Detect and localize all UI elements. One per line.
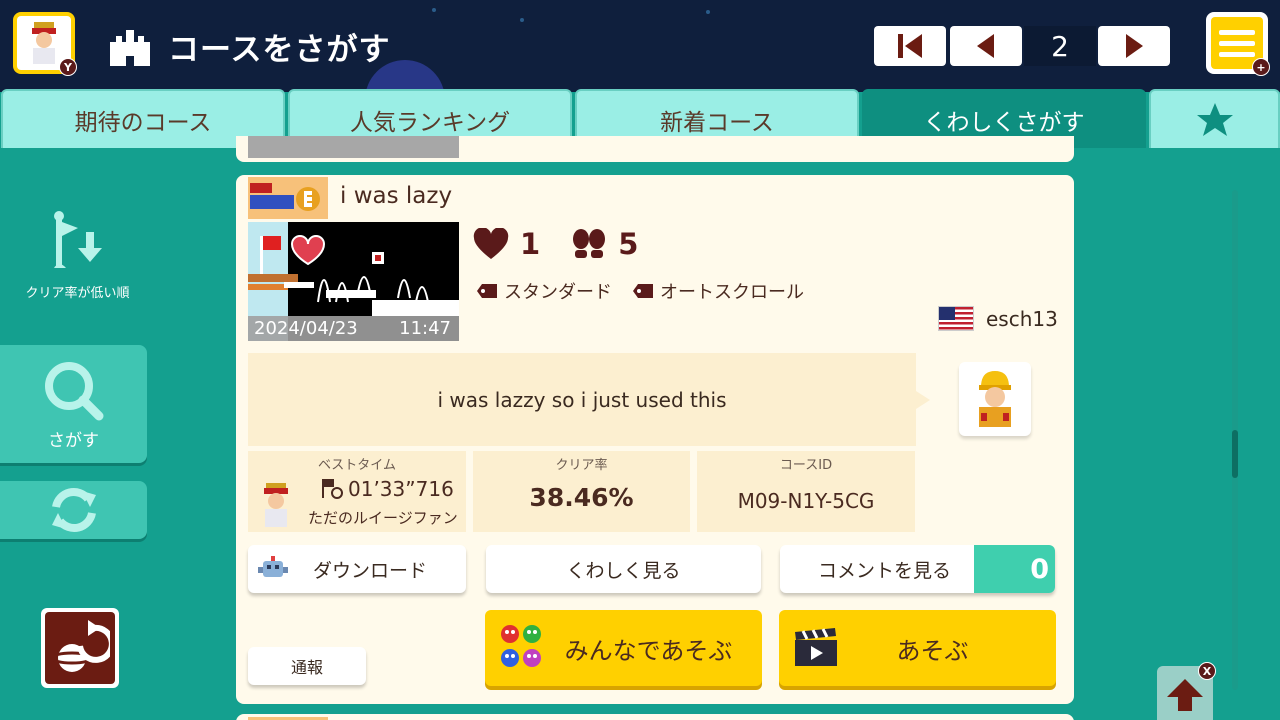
tag-item: スタンダード (476, 278, 612, 304)
prev-arrow-icon (977, 34, 994, 58)
sort-order-button[interactable]: クリア率が低い順 (0, 210, 155, 301)
plus-button-badge: + (1252, 58, 1270, 76)
best-time-box: ベストタイム 01’33”716 ただのルイージファン (248, 451, 466, 532)
upload-time: 11:47 (399, 318, 451, 339)
play-button[interactable]: あそぶ (779, 610, 1056, 686)
best-time-value: 01’33”716 (348, 477, 454, 501)
castle-icon (110, 30, 150, 66)
tag-label: スタンダード (504, 282, 612, 303)
next-course-card[interactable] (236, 714, 1074, 720)
comments-button[interactable]: コメントを見る 0 (780, 545, 1055, 593)
upload-date: 2024/04/23 (254, 318, 358, 339)
course-stats: 1 5 (472, 227, 638, 261)
best-time-caption: ベストタイム (317, 458, 396, 473)
details-label: くわしく見る (566, 559, 681, 582)
course-name: i was lazy (340, 183, 453, 209)
clear-rate-box: クリア率 38.46% (473, 451, 690, 532)
search-label: さがす (48, 430, 99, 451)
tag-label: オートスクロール (660, 282, 804, 303)
magnifier-icon (44, 361, 103, 420)
tab-favorites[interactable] (1149, 89, 1280, 148)
download-label: ダウンロード (312, 559, 427, 582)
clear-rate-value: 38.46% (529, 483, 634, 512)
sort-order-label: クリア率が低い順 (25, 286, 130, 301)
robot-icon (258, 556, 288, 577)
scrollbar[interactable] (1232, 190, 1238, 690)
play-label: あそぶ (896, 636, 969, 665)
star-icon (1196, 102, 1233, 136)
report-button[interactable]: 通報 (248, 647, 366, 685)
record-holder-mii-icon (264, 483, 288, 527)
tag-icon (477, 284, 497, 298)
first-page-icon (898, 34, 922, 58)
x-button-badge: X (1198, 662, 1216, 680)
player-mii-icon (32, 22, 56, 64)
search-button[interactable]: さがす (0, 345, 147, 463)
course-id-value: M09-N1Y-5CG (737, 489, 875, 513)
page-title: コースをさがす (168, 32, 391, 68)
us-flag-icon (938, 306, 974, 331)
report-label: 通報 (290, 658, 323, 677)
refresh-button[interactable] (0, 481, 147, 539)
smb3-logo-icon (250, 183, 320, 211)
page-number: 2 (1024, 26, 1096, 66)
up-arrow-icon (1167, 679, 1203, 711)
heart-icon (473, 228, 509, 259)
goal-flag-timer-icon (322, 479, 343, 499)
game-style-logo (248, 177, 328, 219)
back-button[interactable] (41, 608, 119, 688)
footprints-icon (573, 229, 606, 258)
upload-timestamp: 2024/04/23 11:47 (248, 316, 459, 341)
y-button-badge: Y (59, 58, 77, 76)
course-description: i was lazzy so i just used this (248, 353, 930, 446)
maker-info[interactable]: esch13 (938, 306, 1058, 331)
refresh-icon (51, 488, 96, 532)
details-button[interactable]: くわしく見る (486, 545, 761, 593)
best-time-holder: ただのルイージファン (308, 509, 458, 527)
header-bar: Y コースをさがす 2 + (0, 0, 1280, 92)
download-button[interactable]: ダウンロード (248, 545, 466, 593)
next-arrow-icon (1126, 34, 1143, 58)
tag-item: オートスクロール (632, 278, 804, 304)
previous-course-card[interactable] (236, 136, 1074, 162)
scroll-to-top-button[interactable]: X (1157, 662, 1216, 720)
course-tags: スタンダード オートスクロール (476, 278, 804, 304)
plays-count: 5 (618, 227, 639, 261)
multiplayer-label: みんなであそぶ (564, 636, 733, 665)
back-to-world-icon (50, 620, 110, 672)
likes-count: 1 (520, 227, 541, 261)
multiplayer-icon (501, 625, 541, 667)
scrollbar-thumb[interactable] (1232, 430, 1238, 478)
maker-mii-button[interactable] (959, 362, 1031, 436)
menu-button[interactable]: + (1206, 12, 1270, 76)
comment-count: 0 (974, 545, 1055, 593)
prev-page-button[interactable] (950, 26, 1022, 66)
clear-rate-caption: クリア率 (555, 458, 608, 473)
first-page-button[interactable] (874, 26, 946, 66)
clear-rate-sort-icon (53, 211, 102, 268)
tag-icon (633, 284, 653, 298)
star-decoration (706, 10, 710, 14)
star-decoration (432, 8, 436, 12)
maker-name: esch13 (986, 306, 1058, 331)
next-page-button[interactable] (1098, 26, 1170, 66)
star-decoration (520, 18, 524, 22)
comments-label: コメントを見る (818, 559, 952, 582)
clapperboard-icon (795, 628, 837, 666)
maker-mii-icon (979, 371, 1011, 427)
course-id-caption: コースID (779, 458, 833, 473)
previous-card-timestamp (248, 136, 459, 158)
player-avatar-button[interactable]: Y (13, 12, 77, 76)
course-card: i was lazy 2024/04/23 11:47 1 5 スタンダード オ… (236, 175, 1074, 704)
multiplayer-button[interactable]: みんなであそぶ (485, 610, 762, 686)
course-id-box: コースID M09-N1Y-5CG (697, 451, 915, 532)
course-thumbnail[interactable]: 2024/04/23 11:47 (248, 222, 459, 341)
